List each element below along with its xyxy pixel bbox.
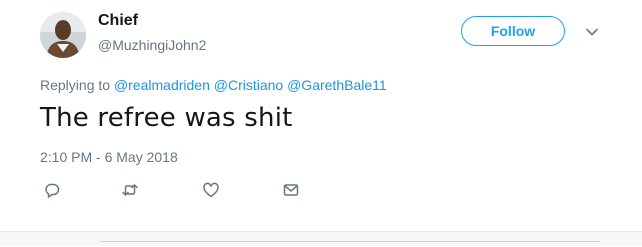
tweet-text: The refree was shit — [40, 103, 293, 133]
avatar-photo — [40, 12, 86, 58]
mention-link[interactable]: @realmadriden — [114, 77, 210, 93]
user-handle[interactable]: @MuzhingiJohn2 — [98, 37, 206, 53]
replying-to-label: Replying to — [40, 77, 111, 93]
mention-link[interactable]: @Cristiano — [214, 77, 283, 93]
direct-message-icon[interactable] — [279, 178, 303, 202]
timestamp[interactable]: 2:10 PM - 6 May 2018 — [40, 149, 178, 165]
retweet-icon[interactable] — [118, 178, 142, 202]
replying-to: Replying to @realmadriden @Cristiano @Ga… — [40, 77, 387, 93]
chevron-down-icon[interactable] — [584, 24, 600, 40]
reply-input-edge — [100, 241, 600, 247]
tweet-card: Chief @MuzhingiJohn2 Follow Replying to … — [0, 0, 642, 246]
reply-icon[interactable] — [40, 178, 64, 202]
follow-button[interactable]: Follow — [461, 16, 565, 46]
display-name[interactable]: Chief — [98, 12, 138, 30]
avatar[interactable] — [40, 12, 86, 58]
like-icon[interactable] — [199, 178, 223, 202]
mention-link[interactable]: @GarethBale11 — [287, 77, 387, 93]
